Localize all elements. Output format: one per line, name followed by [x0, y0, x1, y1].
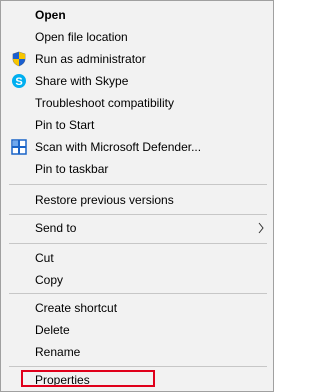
- chevron-right-icon: [257, 222, 265, 234]
- menu-item-label: Scan with Microsoft Defender...: [35, 140, 202, 154]
- menu-item-rename[interactable]: Rename: [3, 341, 271, 363]
- menu-item-label: Send to: [35, 221, 77, 235]
- menu-item-label: Copy: [35, 273, 64, 287]
- menu-item-copy[interactable]: Copy: [3, 269, 271, 291]
- menu-item-open[interactable]: Open: [3, 4, 271, 26]
- menu-item-label: Pin to Start: [35, 118, 95, 132]
- svg-text:S: S: [15, 76, 22, 88]
- menu-item-send-to[interactable]: Send to: [3, 217, 271, 239]
- menu-item-label: Run as administrator: [35, 52, 146, 66]
- menu-separator: [9, 243, 267, 244]
- menu-item-label: Create shortcut: [35, 301, 118, 315]
- menu-item-troubleshoot-compatibility[interactable]: Troubleshoot compatibility: [3, 92, 271, 114]
- menu-item-label: Pin to taskbar: [35, 162, 109, 176]
- menu-item-pin-to-start[interactable]: Pin to Start: [3, 114, 271, 136]
- skype-icon: S: [11, 73, 27, 89]
- menu-item-label: Delete: [35, 323, 70, 337]
- menu-item-label: Share with Skype: [35, 74, 129, 88]
- menu-item-run-as-administrator[interactable]: Run as administrator: [3, 48, 271, 70]
- menu-item-label: Restore previous versions: [35, 193, 174, 207]
- menu-item-label: Rename: [35, 345, 81, 359]
- menu-separator: [9, 293, 267, 294]
- menu-item-label: Troubleshoot compatibility: [35, 96, 174, 110]
- menu-item-open-file-location[interactable]: Open file location: [3, 26, 271, 48]
- properties-highlight-box: [21, 370, 155, 387]
- menu-item-cut[interactable]: Cut: [3, 247, 271, 269]
- menu-item-label: Open: [35, 8, 66, 22]
- context-menu: Open Open file location Run as administr…: [0, 0, 274, 392]
- menu-separator: [9, 366, 267, 367]
- menu-separator: [9, 184, 267, 185]
- menu-item-scan-with-defender[interactable]: Scan with Microsoft Defender...: [3, 136, 271, 158]
- menu-separator: [9, 214, 267, 215]
- menu-item-restore-previous-versions[interactable]: Restore previous versions: [3, 189, 271, 211]
- menu-item-label: Cut: [35, 251, 54, 265]
- defender-icon: [11, 139, 27, 155]
- menu-item-label: Open file location: [35, 30, 128, 44]
- menu-item-delete[interactable]: Delete: [3, 319, 271, 341]
- menu-item-share-with-skype[interactable]: S Share with Skype: [3, 70, 271, 92]
- menu-item-pin-to-taskbar[interactable]: Pin to taskbar: [3, 158, 271, 180]
- menu-item-create-shortcut[interactable]: Create shortcut: [3, 297, 271, 319]
- uac-shield-icon: [11, 51, 27, 67]
